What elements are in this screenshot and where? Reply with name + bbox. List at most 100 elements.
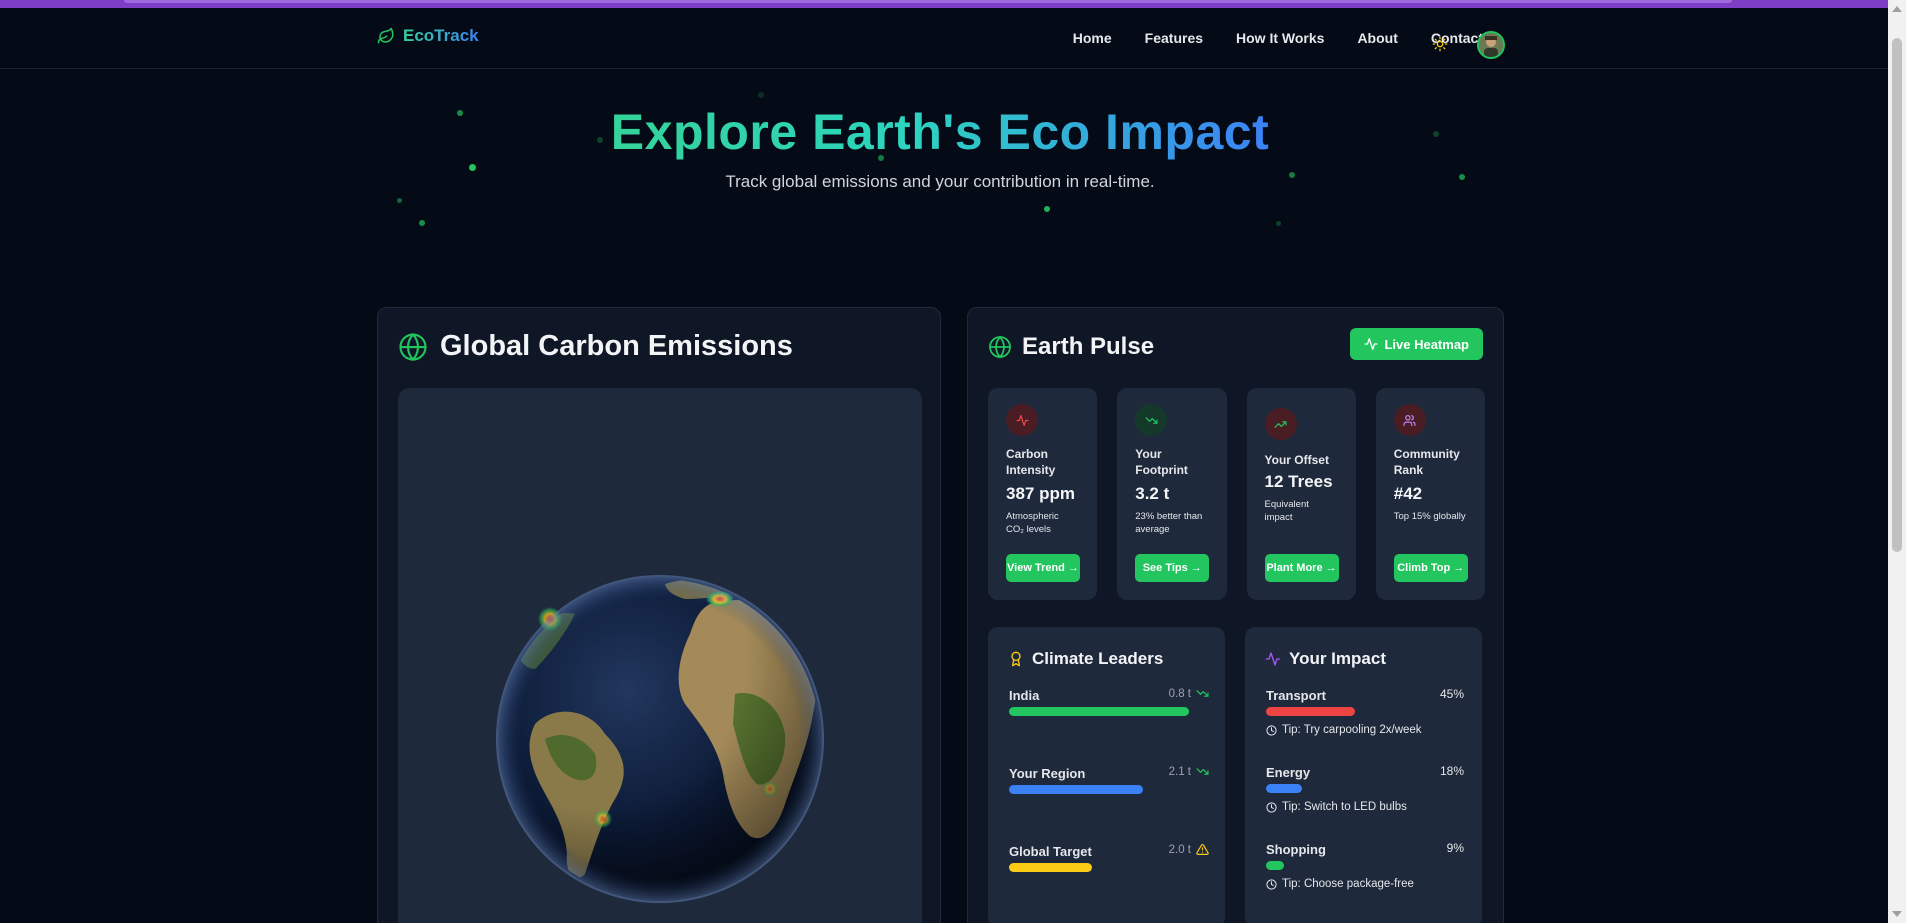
impact-percent: 18% <box>1439 764 1464 778</box>
hero-title-text: Explore Earth's Eco Impact <box>610 104 1270 160</box>
users-icon <box>1403 414 1416 426</box>
impact-row: Transport 45% Tip: Try carpooling 2x/wee… <box>1266 687 1464 736</box>
globe-icon <box>989 335 1011 359</box>
panel-title: Your Impact <box>1289 649 1386 668</box>
trending-down-icon <box>1196 690 1209 697</box>
stat-value: 12 Trees <box>1264 472 1333 491</box>
brand[interactable]: EcoTrack <box>377 26 479 46</box>
stat-card: Your Footprint 3.2 t 23% better than ave… <box>1117 388 1227 600</box>
impact-row: Shopping 9% Tip: Choose package-free <box>1266 841 1464 890</box>
plant-more-button[interactable]: Plant More → <box>1264 554 1339 582</box>
leader-row: India 0.8 t <box>1009 687 1209 716</box>
stat-label: Carbon Intensity <box>1006 447 1056 477</box>
impact-percent: 45% <box>1439 687 1464 701</box>
stat-value: 3.2 t <box>1135 484 1170 503</box>
activity-icon <box>1364 338 1378 350</box>
particle <box>419 220 425 226</box>
leader-name: India <box>1009 688 1040 703</box>
trending-down-icon <box>1145 416 1158 424</box>
leader-value-group: 2.1 t <box>1169 765 1209 778</box>
your-impact-panel: Your Impact Transport 45% Tip: Try carpo… <box>1245 627 1482 923</box>
scroll-up-arrow[interactable] <box>1892 6 1902 12</box>
impact-tip: Tip: Choose package-free <box>1266 878 1414 890</box>
view-trend-button[interactable]: View Trend → <box>1006 554 1080 582</box>
avatar[interactable] <box>1477 31 1505 59</box>
see-tips-button[interactable]: See Tips → <box>1135 554 1210 582</box>
browser-top-bar-inner <box>124 0 1732 3</box>
leader-value: 0.8 t <box>1168 687 1191 700</box>
leader-bar <box>1009 707 1189 716</box>
globe-icon <box>399 332 427 361</box>
page-scrollbar[interactable] <box>1888 0 1906 923</box>
stat-label: Your Offset <box>1264 453 1329 467</box>
brand-name: EcoTrack <box>403 26 479 45</box>
particle <box>469 164 476 171</box>
stat-note: Top 15% globally <box>1393 511 1466 522</box>
activity-icon <box>1015 414 1029 426</box>
browser-top-bar <box>0 0 1906 8</box>
impact-name: Energy <box>1266 765 1311 780</box>
impact-percent: 9% <box>1446 841 1464 855</box>
stat-card: Your Offset 12 Trees Equivalent impact P… <box>1246 388 1356 600</box>
leader-bar <box>1009 863 1092 872</box>
nav-link-home[interactable]: Home <box>1073 30 1112 46</box>
live-heatmap-label: Live Heatmap <box>1384 336 1469 352</box>
scroll-down-arrow[interactable] <box>1892 911 1902 917</box>
live-heatmap-button[interactable]: Live Heatmap <box>1350 328 1483 360</box>
leader-row: Global Target 2.0 t <box>1009 843 1209 872</box>
impact-bar <box>1266 707 1355 716</box>
stat-icon-badge <box>1135 404 1168 436</box>
leader-value-group: 0.8 t <box>1169 687 1209 700</box>
leader-value: 2.0 t <box>1168 843 1191 856</box>
leader-name: Your Region <box>1009 766 1086 781</box>
panel-header: Your Impact <box>1265 649 1386 669</box>
impact-tip: Tip: Try carpooling 2x/week <box>1266 724 1422 736</box>
leader-value-group: 2.0 t <box>1169 843 1209 856</box>
earth-globe[interactable] <box>495 574 825 904</box>
impact-tip-text: Tip: Try carpooling 2x/week <box>1282 724 1422 736</box>
clock-icon <box>1266 801 1277 813</box>
particle <box>1276 221 1281 226</box>
nav-link-about[interactable]: About <box>1357 30 1397 46</box>
award-icon <box>1011 651 1021 667</box>
stat-row: Carbon Intensity 387 ppm Atmospheric CO₂… <box>988 388 1485 600</box>
globe-panel[interactable] <box>398 388 922 923</box>
leader-row: Your Region 2.1 t <box>1009 765 1209 794</box>
stat-icon-badge <box>1006 404 1038 436</box>
stat-icon-badge <box>1393 404 1426 436</box>
stat-card: Carbon Intensity 387 ppm Atmospheric CO₂… <box>988 388 1098 600</box>
impact-row: Energy 18% Tip: Switch to LED bulbs <box>1266 764 1464 813</box>
activity-icon <box>1265 652 1281 666</box>
trending-up-icon <box>1274 420 1287 428</box>
hero-subtitle: Track global emissions and your contribu… <box>725 172 1155 191</box>
impact-bar <box>1266 861 1284 870</box>
stat-note: Equivalent impact <box>1264 499 1309 523</box>
nav-link-features[interactable]: Features <box>1145 30 1203 46</box>
navbar: EcoTrack Home Features How It Works Abou… <box>0 8 1888 69</box>
stat-note: 23% better than average <box>1135 511 1203 535</box>
impact-name: Transport <box>1266 688 1326 703</box>
impact-bar <box>1266 784 1302 793</box>
stat-card: Community Rank #42 Top 15% globally Clim… <box>1375 388 1485 600</box>
sun-icon[interactable] <box>1432 36 1448 52</box>
scroll-thumb[interactable] <box>1892 38 1902 552</box>
card-header: Global Carbon Emissions <box>398 330 793 363</box>
leader-value: 2.1 t <box>1168 765 1191 778</box>
stat-value: #42 <box>1393 484 1423 503</box>
leader-bar <box>1009 785 1143 794</box>
card-title: Earth Pulse <box>1022 333 1155 360</box>
climb-top-button[interactable]: Climb Top → <box>1393 554 1468 582</box>
nav-links: Home Features How It Works About Contact <box>1073 30 1483 46</box>
clock-icon <box>1266 878 1277 890</box>
impact-name: Shopping <box>1266 842 1326 857</box>
nav-link-how-it-works[interactable]: How It Works <box>1236 30 1324 46</box>
leader-name: Global Target <box>1009 844 1092 859</box>
panel-title: Climate Leaders <box>1032 649 1164 668</box>
particle <box>1044 206 1050 212</box>
trending-down-icon <box>1196 768 1209 775</box>
stat-note: Atmospheric CO₂ levels <box>1006 511 1059 535</box>
stat-label: Community Rank <box>1393 447 1460 477</box>
warning-icon <box>1196 843 1209 855</box>
impact-tip: Tip: Switch to LED bulbs <box>1266 801 1407 813</box>
earth-pulse-card: Earth Pulse Live Heatmap Carbon Intensit… <box>967 307 1504 923</box>
